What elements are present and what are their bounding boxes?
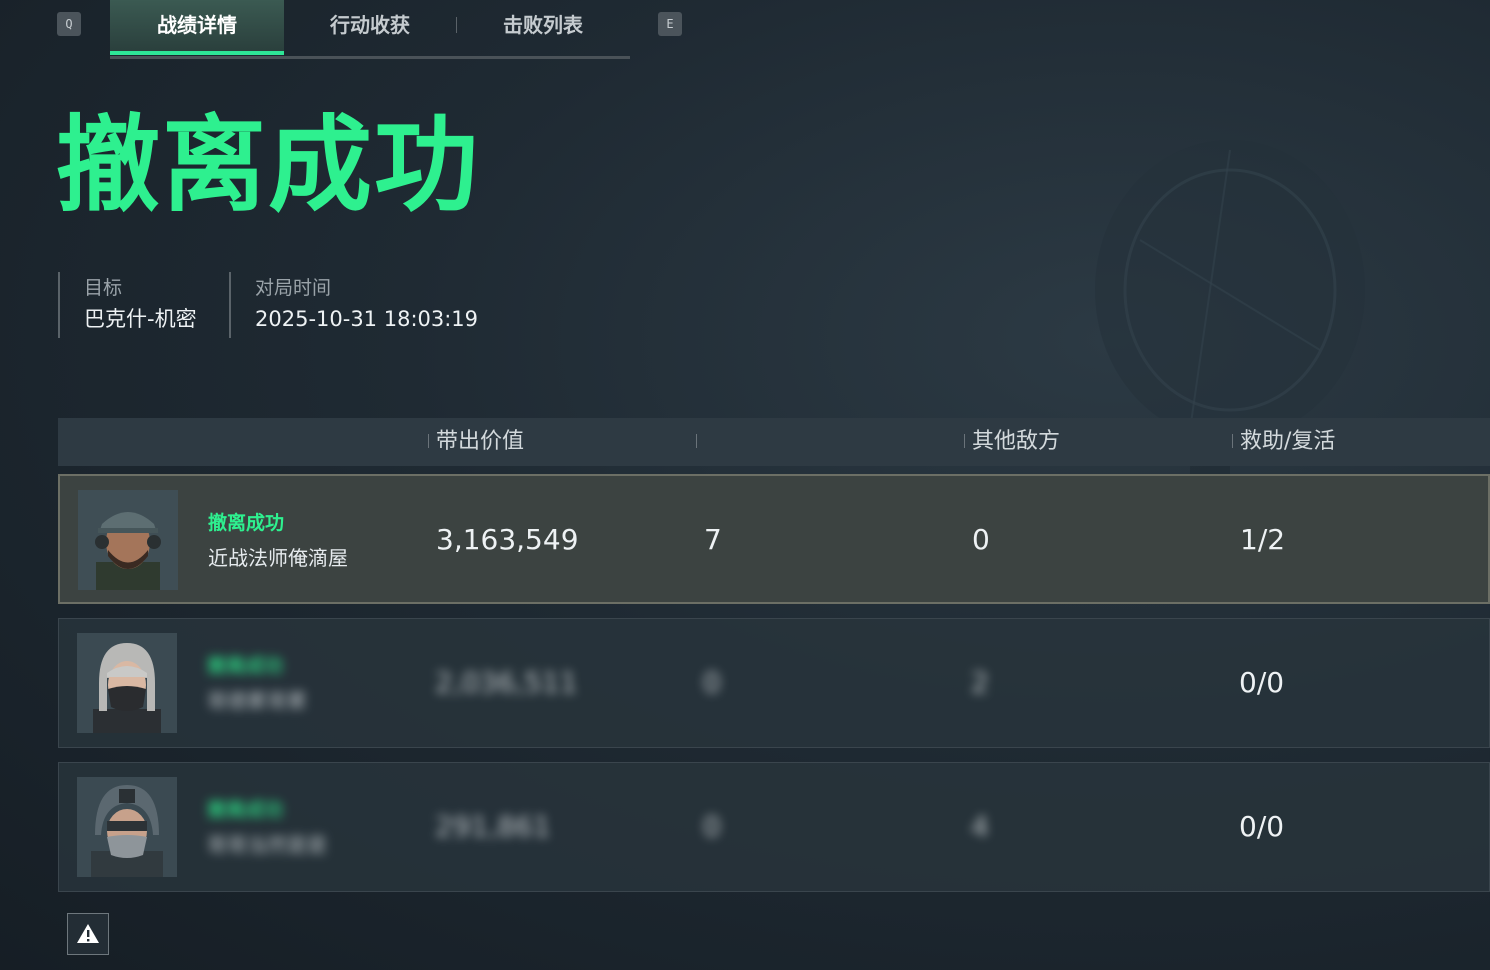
tab-bar: Q 战绩详情 行动收获 击败列表 E	[0, 0, 700, 59]
rescue-revive-value: 0/0	[1239, 810, 1285, 843]
next-tab-key-hint[interactable]: E	[658, 12, 682, 36]
tab-kill-list[interactable]: 击败列表	[456, 0, 630, 52]
report-warning-button[interactable]	[67, 913, 109, 955]
target-label: 目标	[84, 277, 123, 299]
extracted-value: 291,861	[435, 810, 551, 843]
target-info: 目标 巴克什-机密	[58, 272, 197, 338]
warning-icon	[77, 924, 99, 943]
other-enemies-value: 2	[971, 666, 989, 699]
column-3-value: 0	[703, 810, 721, 843]
player-name: 哥德累哥累	[207, 689, 307, 713]
tab-battle-details[interactable]: 战绩详情	[110, 0, 284, 55]
target-value: 巴克什-机密	[84, 307, 197, 331]
column-other-enemies: 其他敌方	[963, 418, 1060, 466]
column-rescue-revive: 救助/复活	[1231, 418, 1335, 466]
extracted-value: 3,163,549	[436, 523, 579, 556]
row-status: 撤离成功	[207, 799, 284, 821]
row-status: 撤离成功	[208, 512, 285, 534]
table-row[interactable]: 撤离成功 哥德累哥累 2,036,511 0 2 0/0	[58, 618, 1490, 748]
helmet-operator-icon	[77, 777, 177, 877]
prev-tab-key-hint[interactable]: Q	[57, 12, 81, 36]
match-time-label: 对局时间	[255, 277, 332, 299]
extraction-status-title: 撤离成功	[56, 104, 481, 226]
squad-stats-table: 带出价值 其他敌方 救助/复活 撤离成功 近战法师俺滴屋 3,163,549 7…	[58, 418, 1490, 892]
table-row[interactable]: 撤离成功 哥哥当然是是 291,861 0 4 0/0	[58, 762, 1490, 892]
table-header: 带出价值 其他敌方 救助/复活	[58, 418, 1490, 466]
column-3-value: 0	[703, 666, 721, 699]
other-enemies-value: 4	[971, 810, 989, 843]
tab-action-harvest[interactable]: 行动收获	[284, 0, 456, 52]
other-enemies-value: 0	[972, 523, 990, 556]
male-operator-cap-icon	[78, 490, 178, 590]
player-name: 近战法师俺滴屋	[208, 546, 348, 570]
match-time-value: 2025-10-31 18:03:19	[255, 307, 479, 331]
rescue-revive-value: 0/0	[1239, 666, 1285, 699]
rescue-revive-value: 1/2	[1240, 523, 1286, 556]
extracted-value: 2,036,511	[435, 666, 578, 699]
column-3-value: 7	[704, 523, 722, 556]
player-name: 哥哥当然是是	[207, 833, 327, 857]
row-status: 撤离成功	[207, 655, 284, 677]
tab-list: 战绩详情 行动收获 击败列表	[110, 0, 630, 59]
column-extracted-value: 带出价值	[427, 418, 524, 466]
table-row[interactable]: 撤离成功 近战法师俺滴屋 3,163,549 7 0 1/2	[58, 474, 1490, 604]
match-time-info: 对局时间 2025-10-31 18:03:19	[229, 272, 478, 338]
female-operator-mask-icon	[77, 633, 177, 733]
